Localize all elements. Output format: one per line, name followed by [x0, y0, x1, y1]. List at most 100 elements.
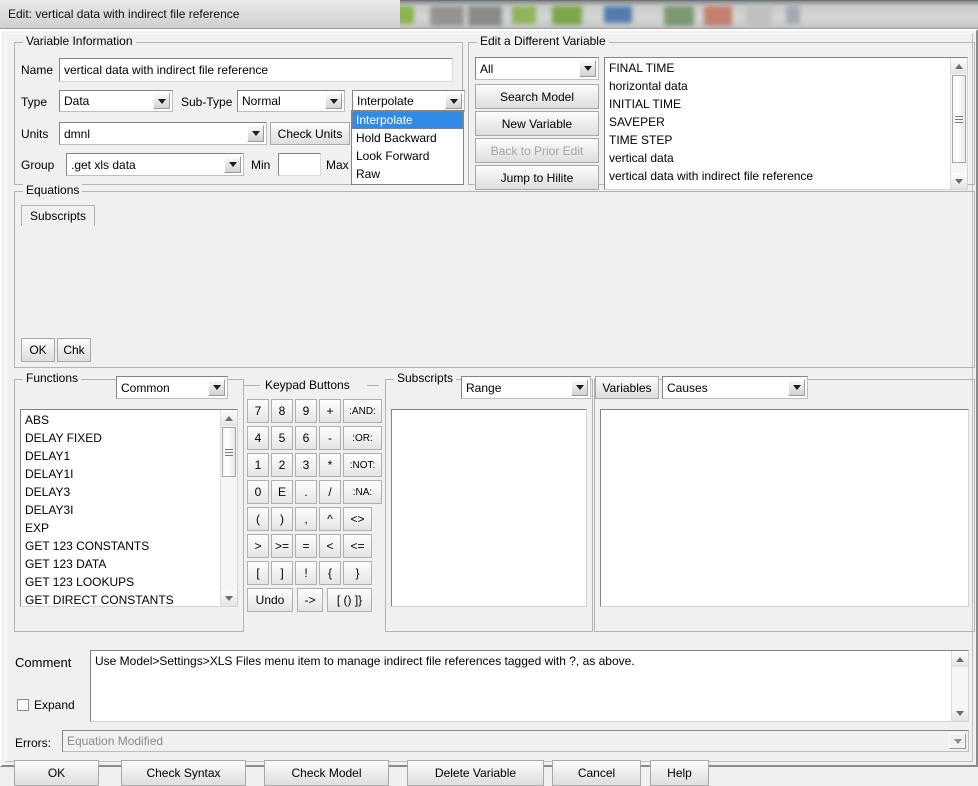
- functions-list-scrollbar[interactable]: [220, 410, 237, 606]
- keypad-key-4[interactable]: 4: [247, 426, 269, 450]
- keypad-key-5[interactable]: 5: [271, 426, 293, 450]
- keypad-key-exclamation[interactable]: !: [295, 561, 317, 585]
- list-item[interactable]: DELAY FIXED: [21, 429, 221, 447]
- keypad-key-e[interactable]: E: [271, 480, 293, 504]
- interpolation-option-look-forward[interactable]: Look Forward: [352, 147, 463, 165]
- scroll-down-arrow-icon[interactable]: [952, 705, 968, 721]
- keypad-key-not-equal[interactable]: <>: [343, 507, 372, 531]
- keypad-key-na[interactable]: :NA:: [343, 480, 382, 504]
- keypad-key-brace-close[interactable]: }: [343, 561, 372, 585]
- scroll-down-arrow-icon[interactable]: [221, 590, 237, 606]
- chevron-down-icon[interactable]: [571, 379, 588, 396]
- ok-button[interactable]: OK: [14, 760, 99, 786]
- interpolation-dropdown-popup[interactable]: Interpolate Hold Backward Look Forward R…: [351, 110, 464, 185]
- list-item[interactable]: vertical data: [605, 149, 951, 167]
- subtype-combobox[interactable]: Normal: [237, 90, 345, 112]
- equation-ok-button[interactable]: OK: [21, 338, 55, 362]
- keypad-key-greater-equal[interactable]: >=: [271, 534, 293, 558]
- functions-list[interactable]: ABS DELAY FIXED DELAY1 DELAY1I DELAY3 DE…: [20, 409, 238, 607]
- variables-button[interactable]: Variables: [595, 376, 659, 399]
- delete-variable-button[interactable]: Delete Variable: [407, 760, 544, 786]
- subscripts-list[interactable]: [391, 409, 587, 607]
- chevron-down-icon[interactable]: [247, 125, 264, 142]
- list-item[interactable]: SAVEPER: [605, 113, 951, 131]
- chevron-down-icon[interactable]: [208, 379, 225, 396]
- keypad-key-period[interactable]: .: [295, 480, 317, 504]
- tab-subscripts[interactable]: Subscripts: [21, 205, 95, 226]
- list-item[interactable]: TIME STEP: [605, 131, 951, 149]
- keypad-key-0[interactable]: 0: [247, 480, 269, 504]
- chevron-down-icon[interactable]: [949, 733, 966, 749]
- scroll-up-arrow-icon[interactable]: [221, 410, 237, 426]
- comment-scrollbar[interactable]: [951, 651, 968, 721]
- jump-to-hilite-button[interactable]: Jump to Hilite: [475, 165, 599, 190]
- equation-chk-button[interactable]: Chk: [57, 338, 91, 362]
- list-item[interactable]: GET 123 LOOKUPS: [21, 573, 221, 591]
- keypad-arrow-button[interactable]: ->: [297, 588, 323, 612]
- variable-filter-combobox[interactable]: All: [475, 57, 599, 80]
- keypad-key-3[interactable]: 3: [295, 453, 317, 477]
- keypad-key-bracket-close[interactable]: ]: [271, 561, 293, 585]
- comment-textarea[interactable]: Use Model>Settings>XLS Files menu item t…: [90, 650, 969, 722]
- chevron-down-icon[interactable]: [579, 60, 596, 77]
- list-item[interactable]: DELAY1I: [21, 465, 221, 483]
- search-model-button[interactable]: Search Model: [475, 84, 599, 109]
- causes-list[interactable]: [600, 409, 969, 607]
- help-button[interactable]: Help: [650, 760, 709, 786]
- keypad-key-divide[interactable]: /: [319, 480, 341, 504]
- keypad-key-1[interactable]: 1: [247, 453, 269, 477]
- interpolation-combobox[interactable]: Interpolate: [352, 90, 465, 112]
- list-item[interactable]: FINAL TIME: [605, 59, 951, 77]
- interpolation-option-hold-backward[interactable]: Hold Backward: [352, 129, 463, 147]
- list-item[interactable]: DELAY3I: [21, 501, 221, 519]
- subscripts-range-combobox[interactable]: Range: [461, 376, 591, 399]
- check-syntax-button[interactable]: Check Syntax: [121, 760, 246, 786]
- keypad-key-2[interactable]: 2: [271, 453, 293, 477]
- interpolation-option-interpolate[interactable]: Interpolate: [352, 111, 463, 129]
- keypad-parens-button[interactable]: [ () ]}: [327, 588, 372, 612]
- functions-category-combobox[interactable]: Common: [116, 376, 228, 399]
- list-item[interactable]: GET 123 CONSTANTS: [21, 537, 221, 555]
- keypad-key-caret[interactable]: ^: [319, 507, 341, 531]
- keypad-key-not[interactable]: :NOT:: [343, 453, 382, 477]
- chevron-down-icon[interactable]: [325, 93, 342, 109]
- keypad-key-less[interactable]: <: [319, 534, 341, 558]
- units-combobox[interactable]: dmnl: [59, 122, 267, 145]
- keypad-key-less-equal[interactable]: <=: [343, 534, 372, 558]
- cancel-button[interactable]: Cancel: [552, 760, 641, 786]
- keypad-key-bracket-open[interactable]: [: [247, 561, 269, 585]
- type-combobox[interactable]: Data: [59, 90, 173, 112]
- scroll-down-arrow-icon[interactable]: [951, 173, 967, 189]
- check-model-button[interactable]: Check Model: [264, 760, 389, 786]
- window-titlebar[interactable]: Edit: vertical data with indirect file r…: [0, 0, 400, 29]
- keypad-key-minus[interactable]: -: [319, 426, 341, 450]
- keypad-key-paren-close[interactable]: ): [271, 507, 293, 531]
- list-item[interactable]: DELAY3: [21, 483, 221, 501]
- keypad-key-9[interactable]: 9: [295, 399, 317, 423]
- new-variable-button[interactable]: New Variable: [475, 111, 599, 136]
- keypad-key-6[interactable]: 6: [295, 426, 317, 450]
- keypad-key-brace-open[interactable]: {: [319, 561, 341, 585]
- list-item[interactable]: INITIAL TIME: [605, 95, 951, 113]
- keypad-key-greater[interactable]: >: [247, 534, 269, 558]
- group-combobox[interactable]: .get xls data: [66, 153, 244, 176]
- list-item[interactable]: EXP: [21, 519, 221, 537]
- causes-mode-combobox[interactable]: Causes: [662, 376, 808, 399]
- scrollbar-thumb[interactable]: [952, 75, 966, 163]
- keypad-undo-button[interactable]: Undo: [247, 588, 293, 612]
- expand-checkbox[interactable]: [17, 699, 29, 711]
- check-units-button[interactable]: Check Units: [270, 122, 350, 145]
- list-item[interactable]: horizontal data: [605, 77, 951, 95]
- keypad-key-7[interactable]: 7: [247, 399, 269, 423]
- keypad-key-or[interactable]: :OR:: [343, 426, 382, 450]
- equation-editor-area[interactable]: [21, 226, 968, 332]
- keypad-key-multiply[interactable]: *: [319, 453, 341, 477]
- scroll-up-arrow-icon[interactable]: [952, 651, 968, 667]
- keypad-key-plus[interactable]: +: [319, 399, 341, 423]
- list-item[interactable]: vertical data with indirect file referen…: [605, 167, 951, 185]
- chevron-down-icon[interactable]: [445, 93, 462, 109]
- scrollbar-thumb[interactable]: [222, 427, 236, 477]
- min-input[interactable]: [278, 153, 321, 176]
- list-item[interactable]: GET 123 DATA: [21, 555, 221, 573]
- keypad-key-and[interactable]: :AND:: [343, 399, 382, 423]
